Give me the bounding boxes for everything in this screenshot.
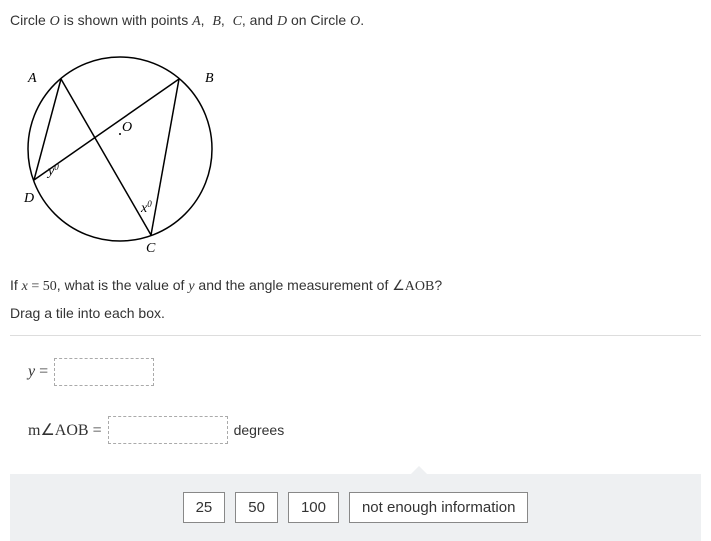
answer-row-aob: m∠AOB = degrees <box>28 416 683 444</box>
answer-area: y = m∠AOB = degrees <box>10 335 701 474</box>
math-C: C <box>233 14 242 29</box>
dropzone-aob[interactable] <box>108 416 228 444</box>
prompt-segment: . <box>360 12 364 28</box>
answer-label-aob: m∠AOB = <box>28 420 102 440</box>
unit-degrees: degrees <box>234 422 285 438</box>
math-D: D <box>277 14 287 29</box>
label-B: B <box>205 71 214 86</box>
q-seg: , what is the value of <box>57 277 189 293</box>
label-O: O <box>122 120 132 135</box>
prompt-segment: , <box>201 12 209 28</box>
dropzone-y[interactable] <box>54 358 154 386</box>
label-y: y0 <box>46 162 59 179</box>
instruction-text: Drag a tile into each box. <box>10 305 701 321</box>
answer-row-y: y = <box>28 358 683 386</box>
prompt-segment: on Circle <box>287 12 350 28</box>
label-x: x0 <box>140 199 152 216</box>
math-B: B <box>212 14 221 29</box>
math-O: O <box>350 14 360 29</box>
q-seg: and the angle measurement of <box>195 277 393 293</box>
math-angle: ∠AOB <box>392 279 434 294</box>
q-seg: ? <box>434 277 442 293</box>
question-text: If x = 50, what is the value of y and th… <box>10 277 701 295</box>
tile-50[interactable]: 50 <box>235 492 278 523</box>
tile-tray: 25 50 100 not enough information <box>10 474 701 541</box>
prompt-text: Circle O is shown with points A, B, C, a… <box>10 10 701 32</box>
math-A: A <box>192 14 201 29</box>
tile-100[interactable]: 100 <box>288 492 339 523</box>
tile-25[interactable]: 25 <box>183 492 226 523</box>
label-C: C <box>146 241 156 254</box>
math-O: O <box>50 14 60 29</box>
prompt-segment: is shown with points <box>60 12 192 28</box>
answer-label-y: y = <box>28 363 48 381</box>
prompt-segment: , and <box>242 12 277 28</box>
prompt-segment: Circle <box>10 12 50 28</box>
tile-not-enough-info[interactable]: not enough information <box>349 492 528 523</box>
label-A: A <box>27 71 37 86</box>
q-eq: = 50 <box>28 279 57 294</box>
circle-diagram: O A B C D y0 x0 <box>10 44 701 257</box>
label-D: D <box>23 191 34 206</box>
prompt-segment: , <box>221 12 229 28</box>
q-seg: If <box>10 277 22 293</box>
